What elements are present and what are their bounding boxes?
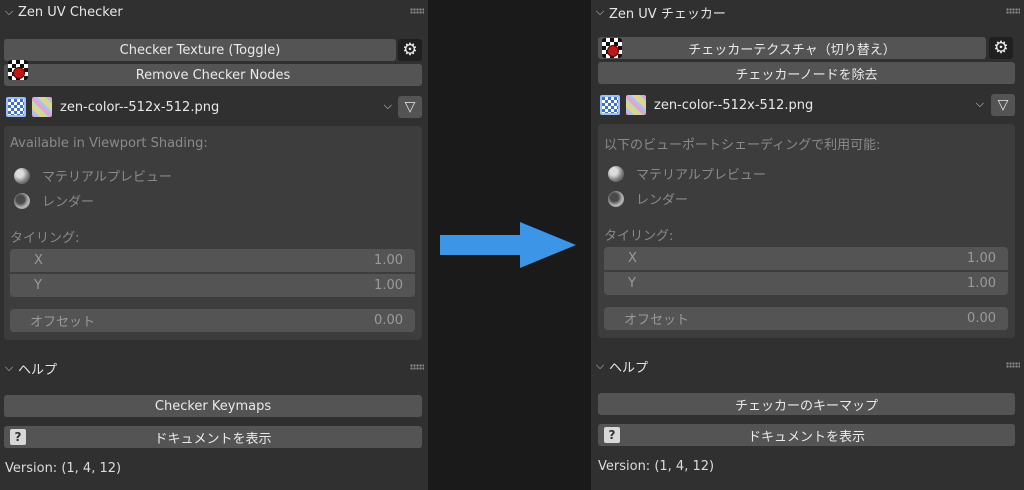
help-panel-header[interactable]: ⌵ ヘルプ [0, 356, 428, 380]
checker-keymaps-button[interactable]: Checker Keymaps [4, 395, 422, 417]
checker-icon [602, 38, 622, 58]
keymaps-label: Checker Keymaps [154, 398, 272, 414]
gear-icon[interactable]: ⚙ [989, 37, 1013, 59]
remove-checker-label: チェッカーノードを除去 [735, 67, 878, 83]
drag-grip-icon[interactable] [410, 364, 424, 370]
render-icon [608, 191, 624, 207]
toggle-checker-text: チェッカーテクスチャ（切り替え） [688, 42, 896, 58]
offset-value: 0.00 [374, 313, 403, 328]
texture-dropdown[interactable]: zen-color--512x-512.png ⌵ [648, 94, 990, 116]
offset-field[interactable]: オフセット 0.00 [10, 309, 415, 332]
y-label: Y [34, 278, 42, 293]
material-preview-label: マテリアルプレビュー [636, 168, 766, 183]
help-panel-header[interactable]: ⌵ ヘルプ [591, 354, 1024, 378]
panel-header[interactable]: ⌵ Zen UV チェッカー [591, 0, 1024, 24]
render-icon [14, 193, 30, 209]
filter-icon[interactable]: ▽ [398, 96, 422, 118]
drag-grip-icon[interactable] [1006, 8, 1020, 14]
render-label: レンダー [636, 193, 689, 208]
tiling-label: タイリング: [10, 231, 80, 246]
help-title: ヘルプ [609, 360, 649, 376]
gear-icon[interactable]: ⚙ [398, 39, 422, 61]
right-arrow [440, 222, 576, 268]
left-panel: ⌵ Zen UV Checker Checker Texture (Toggle… [0, 0, 428, 490]
toggle-checker-text: Checker Texture (Toggle) [119, 42, 281, 58]
show-documentation-button[interactable]: ドキュメントを表示 [598, 424, 1015, 446]
panel-title: Zen UV チェッカー [609, 6, 726, 22]
texture-icon[interactable] [6, 97, 26, 117]
help-document-icon: ? [604, 427, 620, 443]
drag-grip-icon[interactable] [1006, 362, 1020, 368]
version-label: Version: (1, 4, 12) [598, 459, 715, 474]
toggle-checker-button-label[interactable]: Checker Texture (Toggle) [4, 39, 396, 61]
checker-icon [8, 60, 28, 80]
x-value: 1.00 [967, 251, 996, 266]
chevron-down-icon: ⌵ [975, 97, 984, 110]
x-label: X [34, 253, 43, 268]
tiling-x-field[interactable]: X 1.00 [10, 249, 415, 272]
toggle-checker-button[interactable]: チェッカーテクスチャ（切り替え） [598, 37, 986, 59]
help-title: ヘルプ [18, 362, 58, 378]
texture-name: zen-color--512x-512.png [654, 97, 814, 113]
show-documentation-button[interactable]: ドキュメントを表示 [4, 426, 422, 448]
version-label: Version: (1, 4, 12) [5, 461, 122, 476]
y-value: 1.00 [374, 278, 403, 293]
offset-value: 0.00 [967, 311, 996, 326]
chevron-down-icon[interactable]: ⌵ [0, 5, 18, 19]
offset-label: オフセット [624, 313, 690, 328]
tiling-y-field[interactable]: Y 1.00 [604, 272, 1008, 295]
available-label: 以下のビューポートシェーディングで利用可能: [604, 138, 881, 153]
tiling-label: タイリング: [604, 229, 674, 244]
offset-label: オフセット [30, 315, 96, 330]
checker-keymaps-button[interactable]: チェッカーのキーマップ [598, 393, 1015, 415]
x-value: 1.00 [374, 253, 403, 268]
docs-label: ドキュメントを表示 [747, 429, 865, 445]
tiling-x-field[interactable]: X 1.00 [604, 247, 1008, 270]
panel-header[interactable]: ⌵ Zen UV Checker [0, 0, 428, 24]
remove-checker-nodes-button[interactable]: Remove Checker Nodes [4, 64, 422, 86]
texture-dropdown[interactable]: zen-color--512x-512.png ⌵ [54, 96, 398, 118]
available-label: Available in Viewport Shading: [10, 136, 208, 151]
right-panel: ⌵ Zen UV チェッカー チェッカーテクスチャ（切り替え） ⚙ チェッカーノ… [591, 0, 1024, 490]
chevron-down-icon: ⌵ [383, 99, 392, 112]
render-label: レンダー [42, 195, 95, 210]
texture-thumbnail [32, 97, 52, 117]
material-preview-icon [608, 166, 624, 182]
remove-checker-label: Remove Checker Nodes [135, 67, 291, 83]
help-document-icon: ? [10, 429, 26, 445]
offset-field[interactable]: オフセット 0.00 [604, 307, 1008, 330]
y-label: Y [628, 276, 636, 291]
y-value: 1.00 [967, 276, 996, 291]
texture-icon[interactable] [600, 95, 620, 115]
drag-grip-icon[interactable] [410, 8, 424, 14]
x-label: X [628, 251, 637, 266]
texture-thumbnail [626, 95, 646, 115]
filter-icon[interactable]: ▽ [991, 94, 1015, 116]
docs-label: ドキュメントを表示 [154, 431, 272, 447]
tiling-y-field[interactable]: Y 1.00 [10, 274, 415, 297]
texture-name: zen-color--512x-512.png [60, 99, 220, 115]
chevron-down-icon[interactable]: ⌵ [0, 361, 18, 375]
chevron-down-icon[interactable]: ⌵ [591, 5, 609, 19]
panel-title: Zen UV Checker [18, 4, 123, 20]
keymaps-label: チェッカーのキーマップ [734, 398, 878, 414]
chevron-down-icon[interactable]: ⌵ [591, 359, 609, 373]
material-preview-label: マテリアルプレビュー [42, 170, 172, 185]
material-preview-icon [14, 168, 30, 184]
remove-checker-nodes-button[interactable]: チェッカーノードを除去 [598, 62, 1015, 84]
